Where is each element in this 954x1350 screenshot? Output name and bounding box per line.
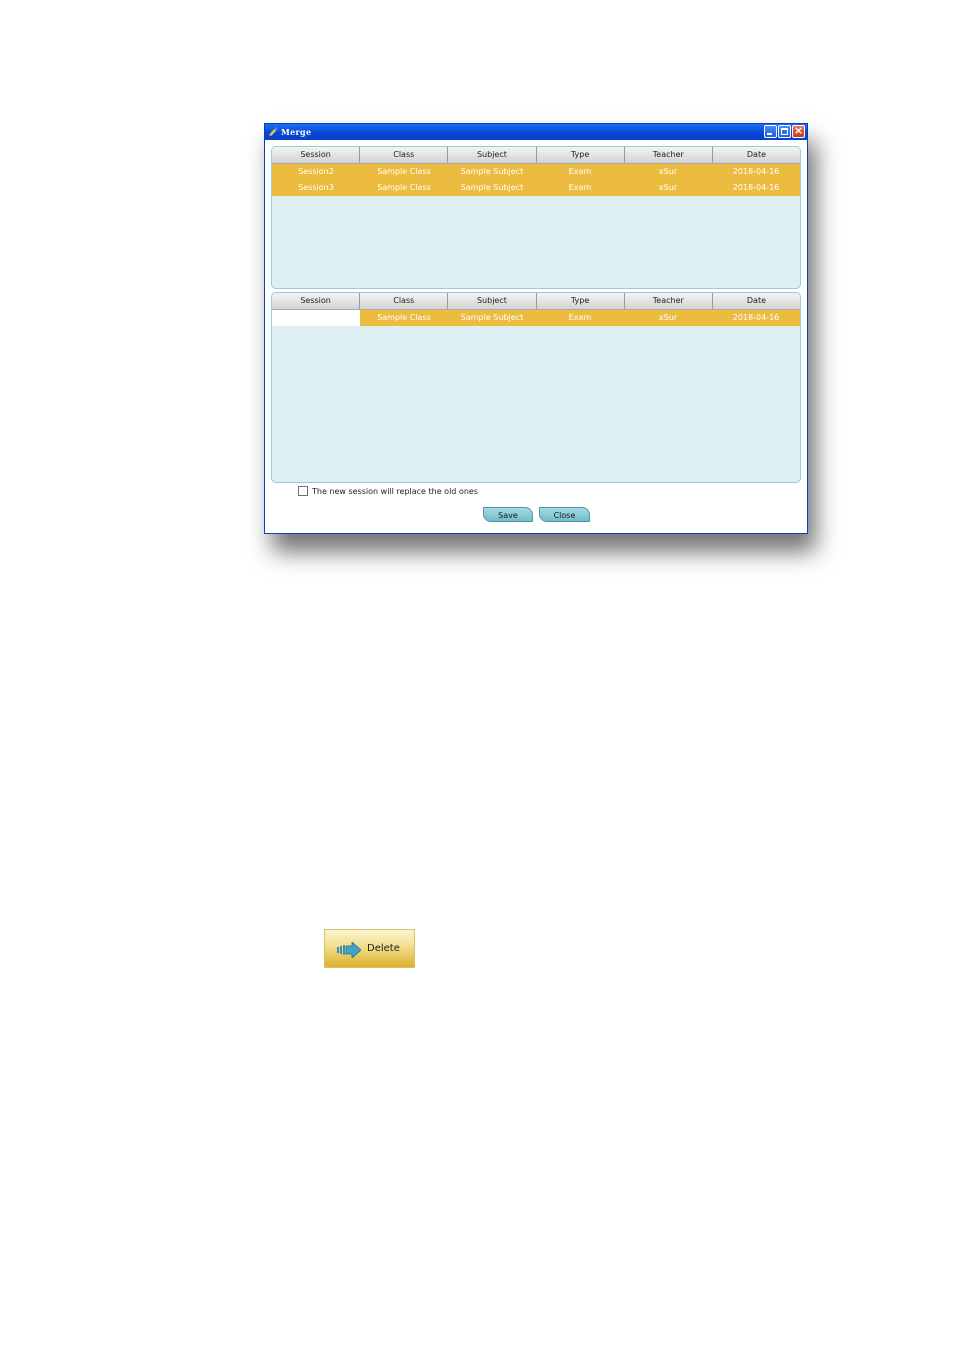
merge-window: Merge × Session Class Subject Type Teach… (264, 123, 808, 534)
table-row[interactable]: Sample Class Sample Subject Exam xSur 20… (272, 310, 800, 326)
column-header-teacher[interactable]: Teacher (625, 293, 713, 309)
session-name-input[interactable] (272, 310, 360, 326)
column-header-class[interactable]: Class (360, 147, 449, 163)
sessions-grid: Session Class Subject Type Teacher Date … (271, 146, 801, 289)
maximize-button[interactable] (778, 125, 791, 138)
cell-class: Sample Class (360, 180, 448, 196)
maximize-icon (781, 128, 788, 135)
cell-date: 2018-04-16 (712, 310, 800, 326)
window-title: Merge (281, 127, 312, 137)
column-header-date[interactable]: Date (713, 293, 800, 309)
save-button[interactable]: Save (483, 507, 533, 522)
cell-date: 2018-04-16 (712, 164, 800, 180)
replace-option: The new session will replace the old one… (298, 486, 478, 496)
cell-session: Session2 (272, 164, 360, 180)
cell-subject: Sample Subject (448, 310, 536, 326)
cell-type: Exam (536, 310, 624, 326)
column-header-class[interactable]: Class (360, 293, 449, 309)
cell-teacher: xSur (624, 164, 712, 180)
close-window-button[interactable]: × (792, 124, 805, 138)
cell-session: Session3 (272, 180, 360, 196)
delete-button[interactable]: Delete (324, 929, 415, 968)
column-header-teacher[interactable]: Teacher (625, 147, 713, 163)
cell-class: Sample Class (360, 310, 448, 326)
close-button[interactable]: Close (539, 507, 590, 522)
cell-subject: Sample Subject (448, 164, 536, 180)
merge-app-icon (269, 127, 278, 136)
table-row[interactable]: Session2 Sample Class Sample Subject Exa… (272, 164, 800, 180)
column-header-session[interactable]: Session (272, 293, 361, 309)
close-icon: × (793, 124, 804, 137)
replace-checkbox-label[interactable]: The new session will replace the old one… (312, 487, 478, 496)
sessions-grid-header: Session Class Subject Type Teacher Date (272, 147, 800, 164)
cell-teacher: xSur (624, 310, 712, 326)
merged-session-grid: Session Class Subject Type Teacher Date … (271, 292, 801, 483)
column-header-type[interactable]: Type (537, 147, 625, 163)
merged-grid-header: Session Class Subject Type Teacher Date (272, 293, 800, 310)
replace-checkbox[interactable] (298, 486, 308, 496)
column-header-subject[interactable]: Subject (448, 147, 537, 163)
column-header-subject[interactable]: Subject (448, 293, 537, 309)
arrow-right-icon (337, 942, 361, 958)
cell-type: Exam (536, 164, 624, 180)
column-header-date[interactable]: Date (713, 147, 800, 163)
cell-teacher: xSur (624, 180, 712, 196)
minimize-icon (767, 133, 772, 135)
delete-button-label: Delete (367, 943, 400, 954)
column-header-type[interactable]: Type (537, 293, 625, 309)
cell-class: Sample Class (360, 164, 448, 180)
cell-date: 2018-04-16 (712, 180, 800, 196)
title-bar[interactable]: Merge × (265, 124, 807, 140)
minimize-button[interactable] (764, 125, 777, 138)
cell-subject: Sample Subject (448, 180, 536, 196)
table-row[interactable]: Session3 Sample Class Sample Subject Exa… (272, 180, 800, 196)
cell-type: Exam (536, 180, 624, 196)
column-header-session[interactable]: Session (272, 147, 361, 163)
